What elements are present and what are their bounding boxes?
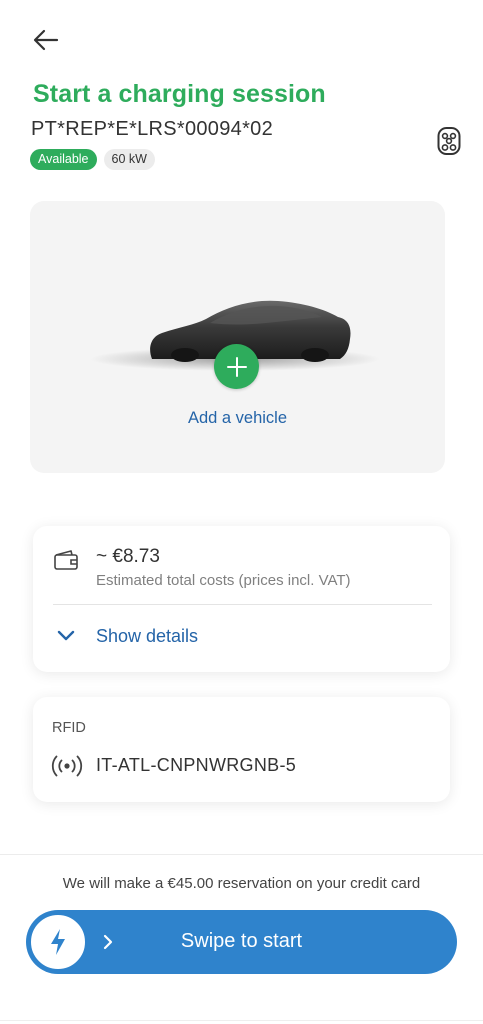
bottom-panel: We will make a €45.00 reservation on you… (0, 854, 483, 1024)
rfid-signal-icon (51, 755, 83, 777)
charging-session-screen: Start a charging session PT*REP*E*LRS*00… (0, 0, 483, 1024)
rfid-value: IT-ATL-CNPNWRGNB-5 (96, 755, 297, 775)
back-arrow-icon (33, 29, 59, 51)
status-badge: Available (30, 149, 97, 170)
power-badge: 60 kW (103, 149, 155, 170)
evse-id: PT*REP*E*LRS*00094*02 (31, 118, 274, 140)
ev-connector-icon (437, 127, 461, 155)
swipe-label: Swipe to start (180, 930, 303, 952)
show-details-button[interactable]: Show details (53, 622, 198, 650)
cost-card: ~ €8.73 Estimated total costs (prices in… (33, 526, 450, 672)
show-details-label: Show details (96, 625, 199, 646)
rfid-title: RFID (52, 720, 86, 736)
add-vehicle-link[interactable]: Add a vehicle (30, 409, 445, 428)
chevron-down-icon (57, 630, 75, 641)
estimated-cost: ~ €8.73 (96, 546, 160, 567)
cost-description: Estimated total costs (prices incl. VAT) (96, 572, 351, 589)
wallet-icon (54, 550, 78, 570)
back-button[interactable] (28, 24, 64, 56)
swipe-to-start-slider[interactable]: Swipe to start (26, 910, 457, 974)
bottom-divider (0, 1020, 483, 1021)
page-title: Start a charging session (33, 80, 326, 108)
rfid-card[interactable]: RFID IT-ATL-CNPNWRGNB-5 (33, 697, 450, 802)
badge-row: Available 60 kW (30, 149, 155, 170)
vehicle-card[interactable]: Add a vehicle (30, 201, 445, 473)
reservation-note: We will make a €45.00 reservation on you… (62, 875, 421, 892)
divider (53, 604, 432, 605)
add-vehicle-button[interactable] (214, 344, 259, 389)
plus-icon (226, 356, 247, 377)
